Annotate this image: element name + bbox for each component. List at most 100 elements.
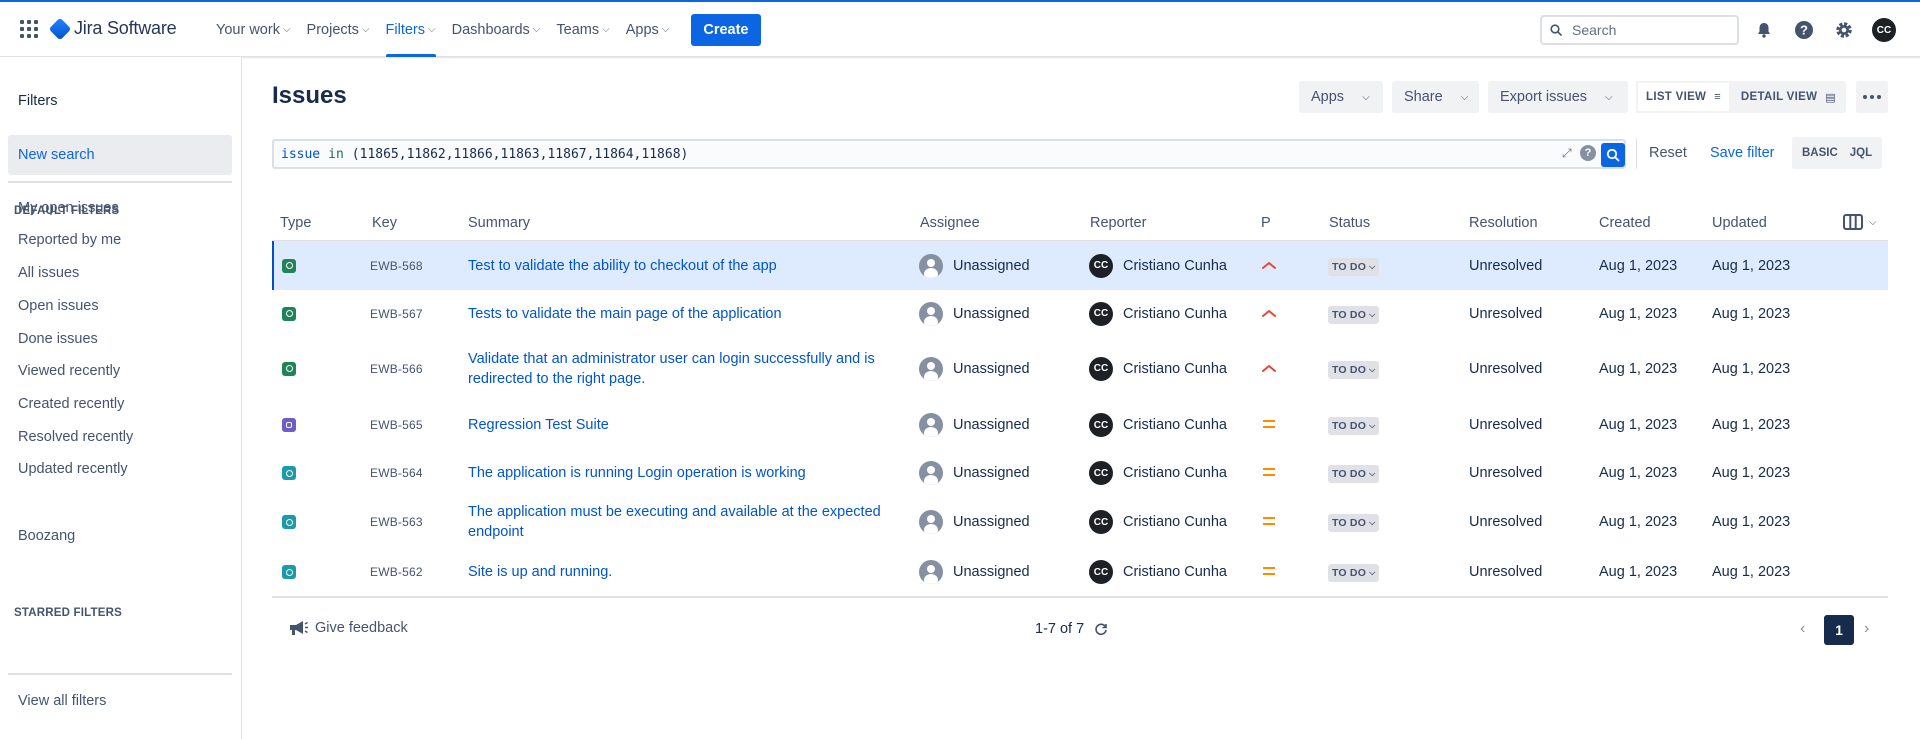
issue-key-link[interactable]: EWB-562: [370, 565, 423, 579]
column-header-assignee[interactable]: Assignee: [920, 215, 980, 231]
issue-summary-link[interactable]: Tests to validate the main page of the a…: [468, 304, 898, 324]
jql-help-icon[interactable]: ?: [1580, 145, 1596, 161]
column-header-summary[interactable]: Summary: [468, 215, 530, 231]
apps-menu-button[interactable]: Apps ⌵: [1299, 81, 1383, 113]
issue-key-link[interactable]: EWB-565: [370, 418, 423, 432]
issue-summary-link[interactable]: Test to validate the ability to checkout…: [468, 256, 898, 276]
status-dropdown[interactable]: TO DO ⌵: [1328, 257, 1380, 276]
issue-summary-link[interactable]: Validate that an administrator user can …: [468, 349, 898, 389]
sidebar-item-view-all-filters[interactable]: View all filters: [18, 693, 106, 709]
nav-item-teams[interactable]: Teams ⌵: [548, 2, 617, 57]
reporter-name[interactable]: Cristiano Cunha: [1123, 417, 1227, 433]
status-dropdown[interactable]: TO DO ⌵: [1328, 417, 1380, 435]
refresh-icon[interactable]: [1094, 622, 1108, 636]
reset-button[interactable]: Reset: [1649, 145, 1687, 161]
table-row[interactable]: EWB-566 Validate that an administrator us…: [272, 337, 1888, 400]
status-dropdown[interactable]: TO DO ⌵: [1328, 360, 1380, 379]
nav-item-projects[interactable]: Projects ⌵: [299, 2, 378, 57]
list-view-button[interactable]: LIST VIEW ≡: [1636, 81, 1731, 113]
sidebar-item-viewed-recently[interactable]: Viewed recently: [18, 363, 120, 379]
table-row[interactable]: EWB-564 The application is running Login …: [272, 450, 1888, 496]
table-row[interactable]: EWB-568 Test to validate the ability to c…: [272, 241, 1888, 290]
issue-summary-link[interactable]: The application must be executing and av…: [468, 502, 898, 542]
issue-summary-link[interactable]: The application is running Login operati…: [468, 463, 898, 483]
type-cell: [282, 565, 296, 579]
reporter-name[interactable]: Cristiano Cunha: [1123, 564, 1227, 580]
sidebar-item-starred-boozang[interactable]: Boozang: [18, 528, 75, 544]
jql-query-input[interactable]: issue in (11865,11862,11866,11863,11867,…: [272, 139, 1626, 169]
give-feedback-button[interactable]: Give feedback: [287, 619, 408, 637]
previous-page-icon[interactable]: ‹: [1800, 620, 1805, 638]
more-actions-button[interactable]: [1856, 81, 1888, 113]
jql-search-button[interactable]: [1601, 143, 1625, 167]
sidebar-item-all-issues[interactable]: All issues: [18, 265, 79, 281]
sidebar-item-open-issues[interactable]: Open issues: [18, 298, 99, 314]
help-icon[interactable]: ?: [1788, 14, 1820, 46]
issue-key-link[interactable]: EWB-567: [370, 307, 423, 321]
issue-key-link[interactable]: EWB-564: [370, 466, 423, 480]
status-dropdown[interactable]: TO DO ⌵: [1328, 564, 1380, 582]
assignee-name[interactable]: Unassigned: [953, 361, 1030, 377]
sidebar-item-my-open-issues[interactable]: My open issues: [18, 200, 119, 216]
sidebar-item-updated-recently[interactable]: Updated recently: [18, 461, 128, 477]
reporter-name[interactable]: Cristiano Cunha: [1123, 306, 1227, 322]
status-label: TO DO: [1332, 468, 1367, 480]
nav-item-apps[interactable]: Apps ⌵: [618, 2, 678, 57]
status-dropdown[interactable]: TO DO ⌵: [1328, 305, 1380, 324]
column-header-resolution[interactable]: Resolution: [1469, 215, 1538, 231]
sidebar-item-created-recently[interactable]: Created recently: [18, 396, 124, 412]
reporter-name[interactable]: Cristiano Cunha: [1123, 258, 1227, 274]
column-header-reporter[interactable]: Reporter: [1090, 215, 1146, 231]
profile-avatar[interactable]: CC: [1868, 14, 1900, 46]
column-header-created[interactable]: Created: [1599, 215, 1651, 231]
expand-icon[interactable]: ⤢: [1562, 146, 1572, 161]
table-row[interactable]: EWB-567 Tests to validate the main page o…: [272, 290, 1888, 337]
create-button[interactable]: Create: [691, 13, 761, 46]
notification-icon[interactable]: [1748, 14, 1780, 46]
page-number-button[interactable]: 1: [1824, 615, 1854, 645]
assignee-name[interactable]: Unassigned: [953, 465, 1030, 481]
reporter-name[interactable]: Cristiano Cunha: [1123, 361, 1227, 377]
nav-item-filters[interactable]: Filters ⌵: [378, 2, 444, 57]
status-dropdown[interactable]: TO DO ⌵: [1328, 514, 1380, 532]
assignee-name[interactable]: Unassigned: [953, 417, 1030, 433]
issue-summary-link[interactable]: Site is up and running.: [468, 562, 898, 582]
basic-mode-button[interactable]: BASIC: [1796, 140, 1844, 166]
next-page-icon[interactable]: ›: [1864, 620, 1869, 638]
share-button[interactable]: Share ⌵: [1392, 81, 1479, 113]
app-switcher-icon[interactable]: [20, 20, 38, 38]
detail-view-button[interactable]: DETAIL VIEW ▤: [1731, 81, 1846, 113]
sidebar-item-reported-by-me[interactable]: Reported by me: [18, 232, 121, 248]
assignee-name[interactable]: Unassigned: [953, 564, 1030, 580]
assignee-name[interactable]: Unassigned: [953, 258, 1030, 274]
settings-icon[interactable]: [1828, 14, 1860, 46]
reporter-name[interactable]: Cristiano Cunha: [1123, 514, 1227, 530]
issue-key-link[interactable]: EWB-566: [370, 362, 423, 376]
table-row[interactable]: EWB-563 The application must be executing…: [272, 496, 1888, 548]
column-header-status[interactable]: Status: [1329, 215, 1370, 231]
column-header-key[interactable]: Key: [372, 215, 397, 231]
column-header-updated[interactable]: Updated: [1712, 215, 1767, 231]
issue-key-link[interactable]: EWB-563: [370, 515, 423, 529]
nav-item-your-work[interactable]: Your work ⌵: [208, 2, 299, 57]
column-picker-button[interactable]: ⌵: [1843, 214, 1877, 230]
jql-mode-button[interactable]: JQL: [1844, 140, 1878, 166]
global-search-input[interactable]: Search: [1540, 15, 1739, 45]
assignee-name[interactable]: Unassigned: [953, 306, 1030, 322]
nav-item-dashboards[interactable]: Dashboards ⌵: [444, 2, 549, 57]
save-filter-button[interactable]: Save filter: [1710, 145, 1774, 161]
jira-logo[interactable]: Jira Software: [48, 17, 177, 40]
column-header-type[interactable]: Type: [280, 215, 311, 231]
issue-summary-link[interactable]: Regression Test Suite: [468, 415, 898, 435]
table-row[interactable]: EWB-565 Regression Test Suite Unassigned CC…: [272, 400, 1888, 450]
export-issues-button[interactable]: Export issues ⌵: [1488, 81, 1628, 113]
reporter-name[interactable]: Cristiano Cunha: [1123, 465, 1227, 481]
sidebar-item-new-search[interactable]: New search: [8, 135, 232, 175]
status-dropdown[interactable]: TO DO ⌵: [1328, 465, 1380, 483]
column-header-priority[interactable]: P: [1261, 215, 1271, 231]
assignee-name[interactable]: Unassigned: [953, 514, 1030, 530]
issue-key-link[interactable]: EWB-568: [370, 259, 423, 273]
sidebar-item-done-issues[interactable]: Done issues: [18, 331, 98, 347]
sidebar-item-resolved-recently[interactable]: Resolved recently: [18, 429, 133, 445]
table-row[interactable]: EWB-562 Site is up and running. Unassigned…: [272, 548, 1888, 596]
